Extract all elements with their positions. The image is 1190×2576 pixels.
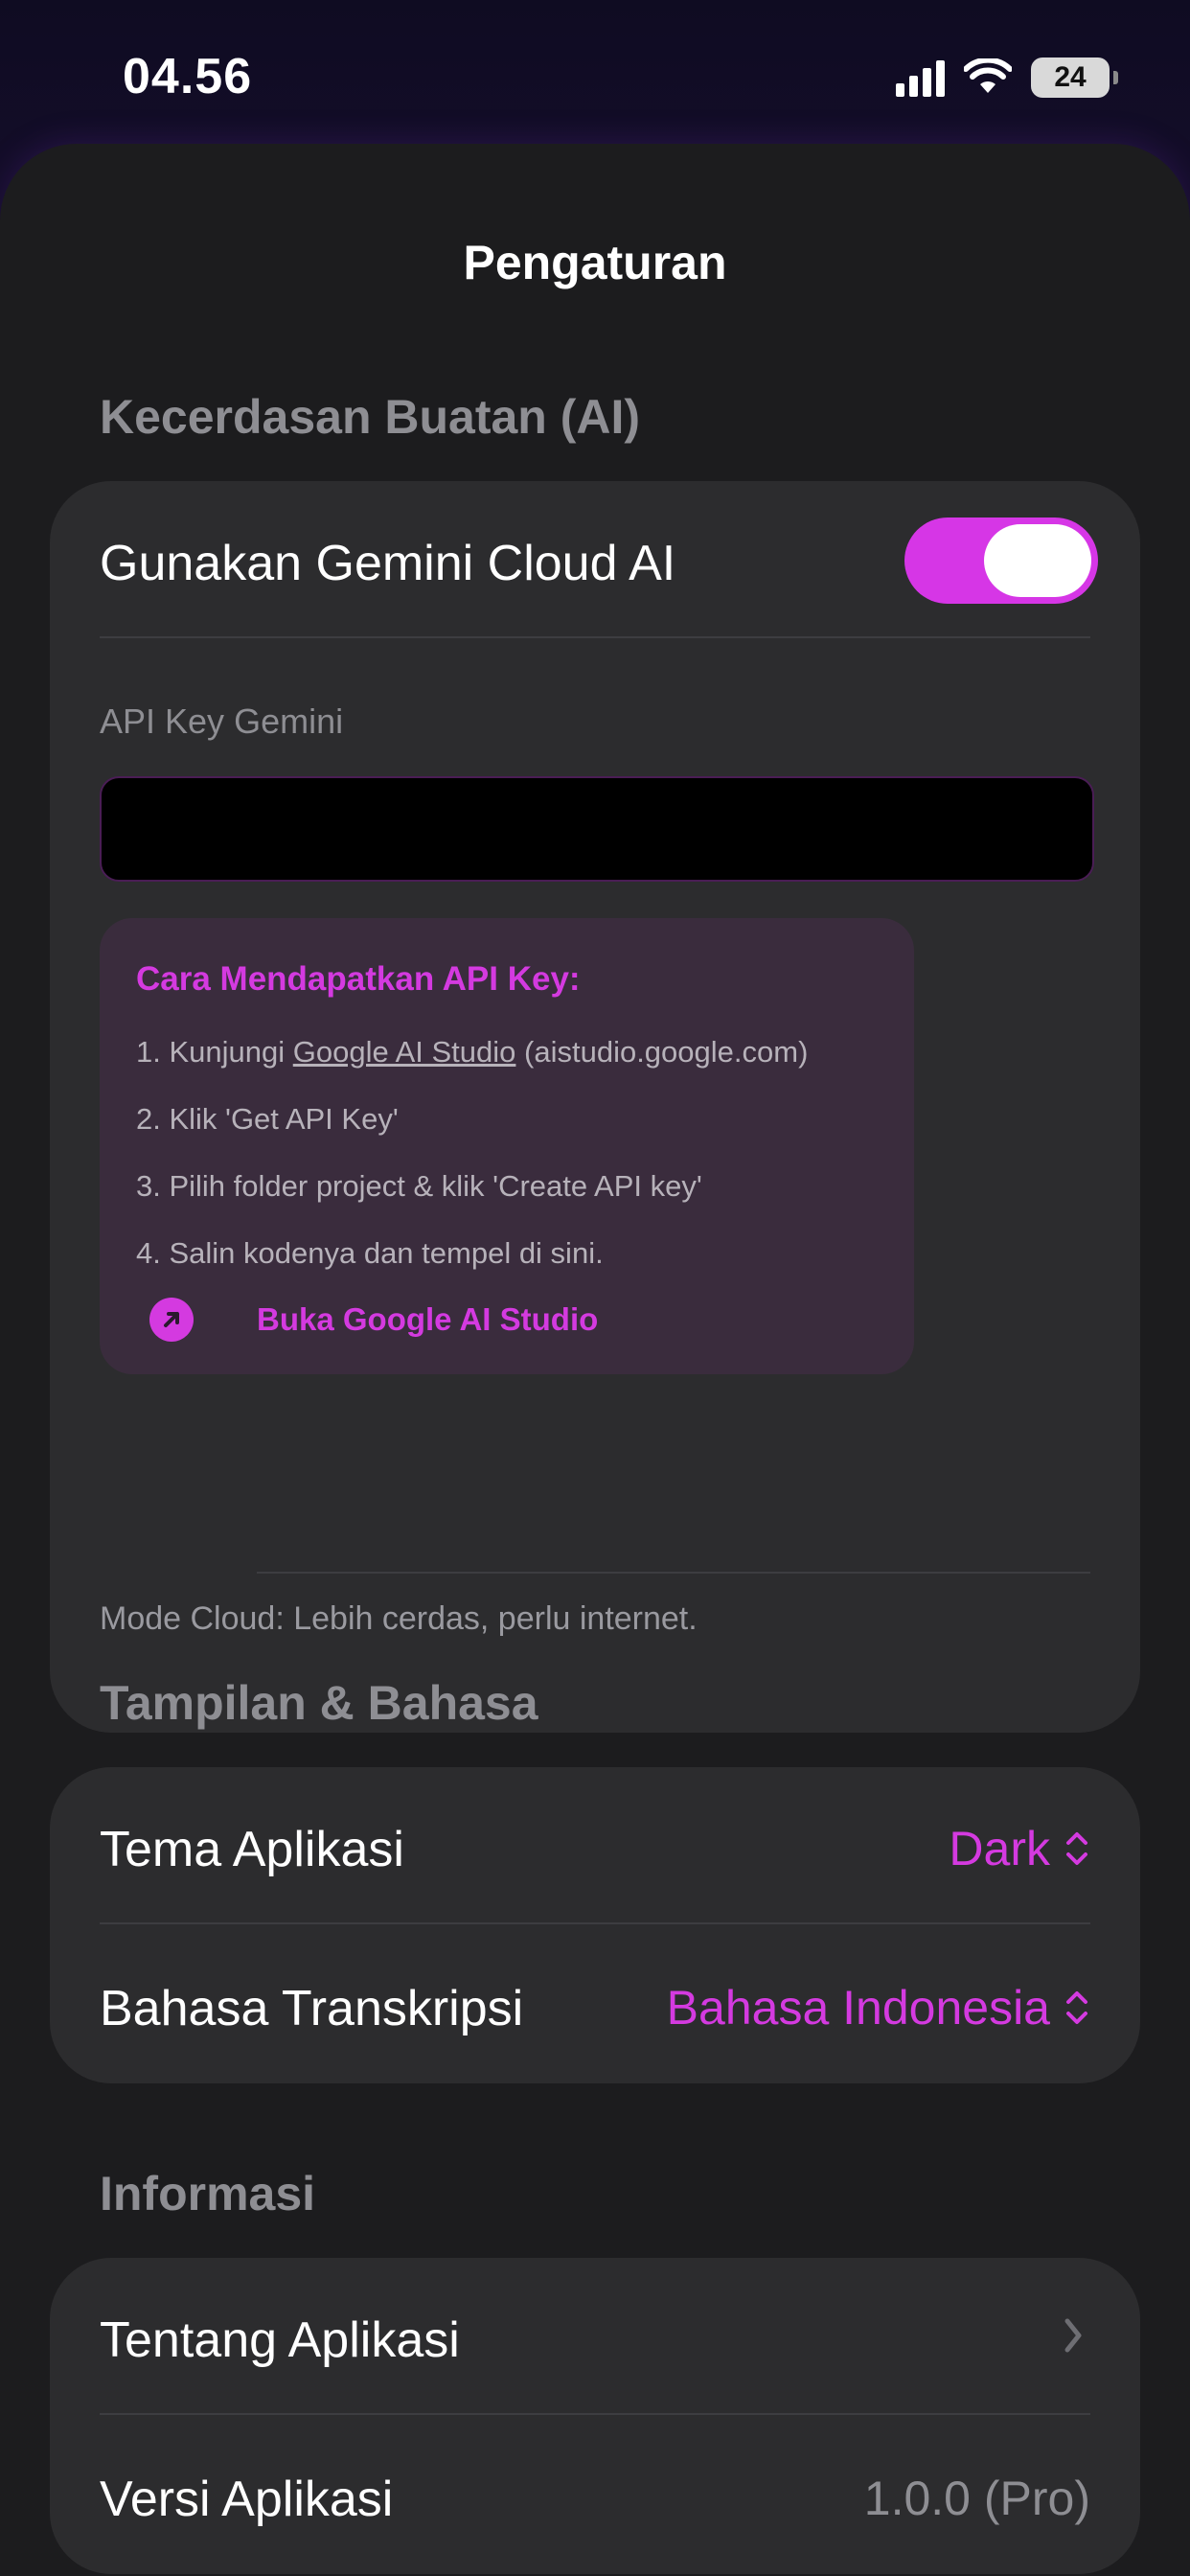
section-header-ai: Kecerdasan Buatan (AI) xyxy=(100,390,641,444)
divider xyxy=(100,636,1090,638)
help-step-4: 4. Salin kodenya dan tempel di sini. xyxy=(136,1236,604,1270)
cloud-mode-note: Mode Cloud: Lebih cerdas, perlu internet… xyxy=(100,1600,698,1637)
about-row[interactable]: Tentang Aplikasi xyxy=(50,2258,1140,2413)
api-key-label: API Key Gemini xyxy=(100,702,344,741)
google-ai-studio-link[interactable]: Google AI Studio xyxy=(293,1035,516,1069)
gemini-cloud-toggle[interactable] xyxy=(904,518,1098,604)
about-label: Tentang Aplikasi xyxy=(100,2312,460,2368)
ai-settings-card: Gunakan Gemini Cloud AI API Key Gemini C… xyxy=(50,481,1140,1733)
toggle-knob xyxy=(984,524,1091,597)
gemini-toggle-label: Gunakan Gemini Cloud AI xyxy=(100,536,676,591)
help-title: Cara Mendapatkan API Key: xyxy=(136,960,581,998)
theme-value: Dark xyxy=(949,1822,1050,1875)
api-key-input[interactable] xyxy=(100,776,1094,882)
language-value: Bahasa Indonesia xyxy=(666,1981,1050,2035)
theme-picker[interactable]: Dark xyxy=(949,1821,1090,1876)
language-picker[interactable]: Bahasa Indonesia xyxy=(667,1980,1090,2036)
display-settings-card: Tema Aplikasi Dark Bahasa Transkripsi Ba… xyxy=(50,1767,1140,2083)
divider xyxy=(100,1922,1090,1924)
section-header-display: Tampilan & Bahasa xyxy=(100,1676,538,1730)
open-ai-studio-button[interactable]: Buka Google AI Studio xyxy=(257,1301,598,1338)
section-header-info: Informasi xyxy=(100,2167,316,2220)
battery-icon: 24 xyxy=(1031,58,1118,98)
divider xyxy=(100,2413,1090,2415)
status-time: 04.56 xyxy=(123,49,253,104)
api-key-help-box: Cara Mendapatkan API Key: 1. Kunjungi Go… xyxy=(100,918,914,1374)
status-icons: 24 xyxy=(896,54,1118,102)
info-settings-card: Tentang Aplikasi Versi Aplikasi 1.0.0 (P… xyxy=(50,2258,1140,2574)
help-step-2: 2. Klik 'Get API Key' xyxy=(136,1102,399,1136)
theme-label: Tema Aplikasi xyxy=(100,1822,404,1877)
version-value: 1.0.0 (Pro) xyxy=(863,2472,1090,2525)
help-step-1: 1. Kunjungi Google AI Studio (aistudio.g… xyxy=(136,1035,808,1070)
settings-screen: 04.56 24 Pengaturan Kecerdasan Buatan (A… xyxy=(0,0,1190,2576)
up-down-chevron-icon xyxy=(1066,1991,1087,2024)
step-1-prefix: 1. Kunjungi xyxy=(136,1035,293,1069)
help-step-3: 3. Pilih folder project & klik 'Create A… xyxy=(136,1169,702,1203)
page-title: Pengaturan xyxy=(463,236,727,289)
language-label: Bahasa Transkripsi xyxy=(100,1981,524,2036)
version-label: Versi Aplikasi xyxy=(100,2472,394,2527)
external-link-icon[interactable] xyxy=(149,1298,194,1342)
divider xyxy=(257,1572,1090,1574)
cellular-signal-icon xyxy=(896,58,945,97)
chevron-right-icon xyxy=(1064,2318,1082,2353)
wifi-icon xyxy=(964,58,1012,93)
step-1-suffix: (aistudio.google.com) xyxy=(515,1035,809,1069)
settings-sheet: Pengaturan Kecerdasan Buatan (AI) Gunaka… xyxy=(0,144,1190,2576)
up-down-chevron-icon xyxy=(1066,1832,1087,1865)
